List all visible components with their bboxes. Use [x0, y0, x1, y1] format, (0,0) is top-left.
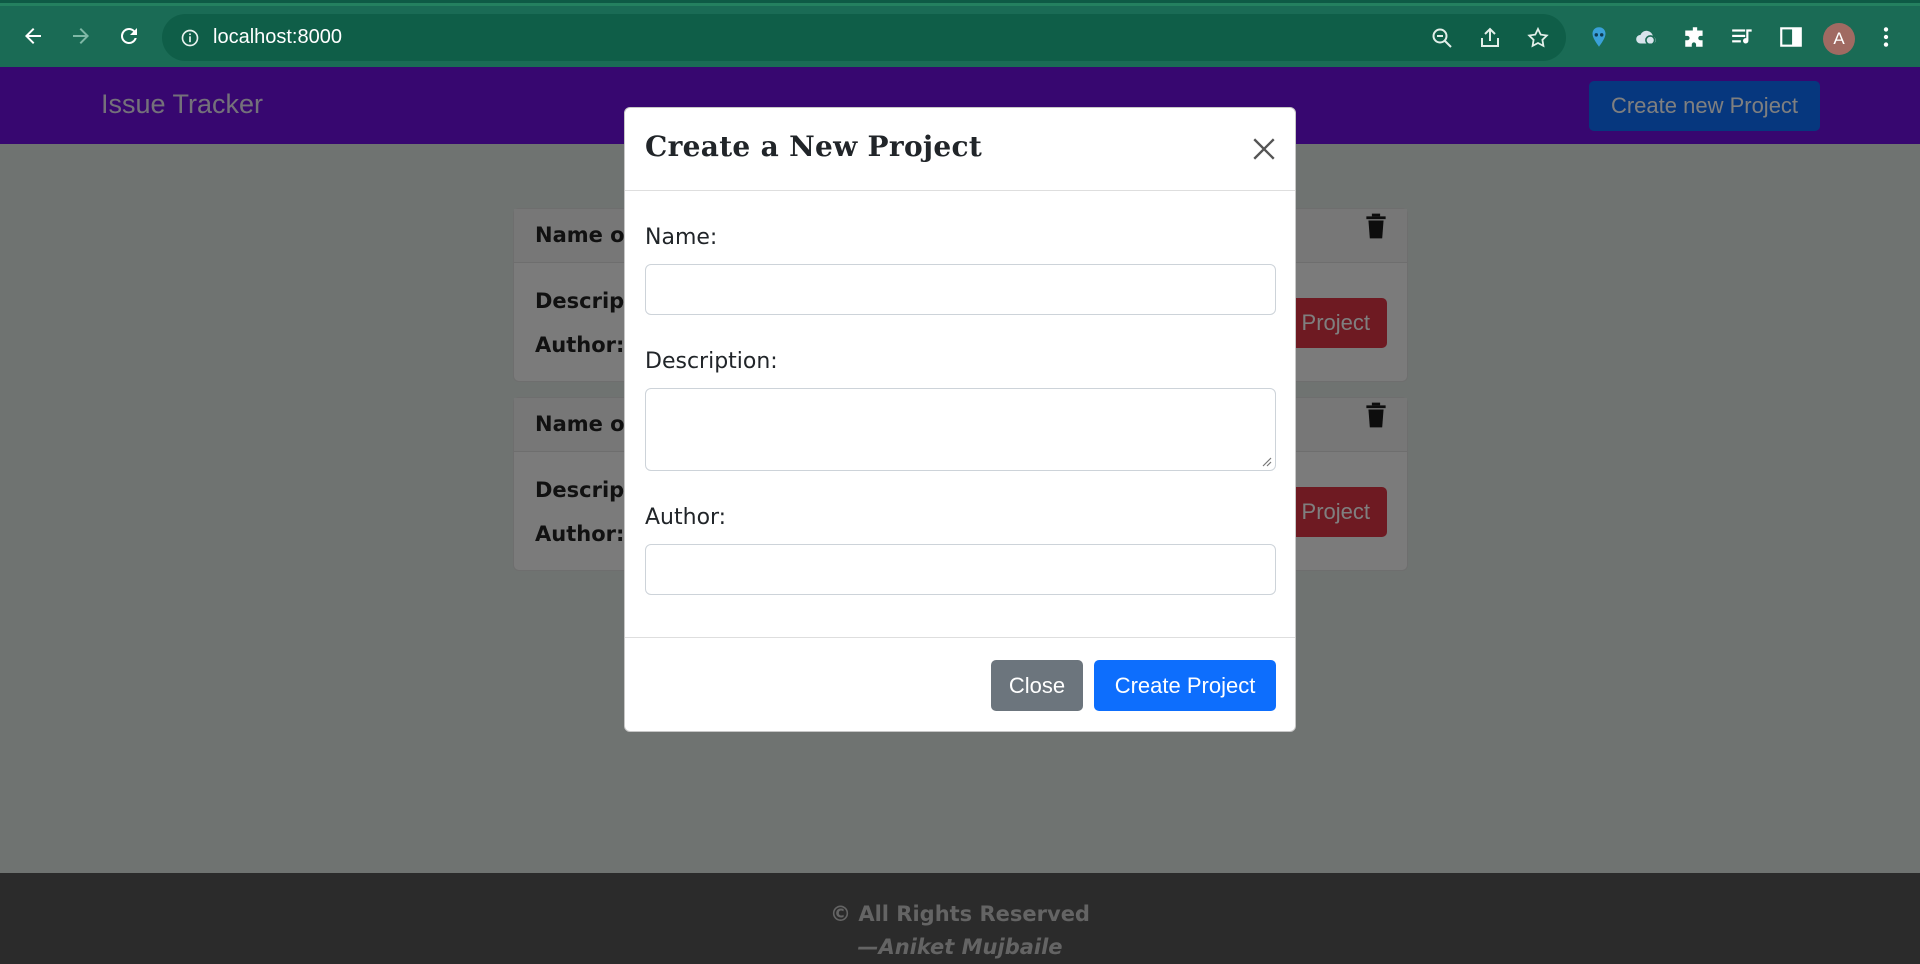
- tab-strip: [0, 3, 1920, 6]
- extension-alien-icon[interactable]: [1586, 24, 1612, 50]
- forward-button[interactable]: [66, 21, 96, 51]
- author-label: Author:: [645, 505, 727, 530]
- profile-avatar[interactable]: A: [1823, 23, 1855, 55]
- reload-button[interactable]: [114, 21, 144, 51]
- extension-cloud-icon[interactable]: [1634, 24, 1660, 50]
- reload-icon: [120, 27, 137, 44]
- forward-arrow-icon: [73, 28, 89, 44]
- share-icon[interactable]: [1478, 26, 1502, 50]
- browser-toolbar: localhost:8000 A: [0, 0, 1920, 67]
- url-text: localhost:8000: [213, 26, 342, 48]
- modal-header: Create a New Project: [625, 108, 1295, 191]
- media-queue-icon[interactable]: [1730, 24, 1756, 50]
- extensions-puzzle-icon[interactable]: [1682, 24, 1708, 50]
- address-bar[interactable]: localhost:8000: [162, 14, 1566, 61]
- zoom-icon[interactable]: [1430, 26, 1454, 50]
- description-label: Description:: [645, 349, 778, 374]
- side-panel-icon[interactable]: [1778, 24, 1804, 50]
- name-label: Name:: [645, 225, 718, 250]
- resize-handle-icon[interactable]: [1260, 455, 1272, 467]
- close-icon[interactable]: [1251, 136, 1277, 162]
- project-description-textarea[interactable]: [645, 388, 1276, 471]
- bookmark-star-icon[interactable]: [1526, 26, 1550, 50]
- create-project-modal: Create a New Project Name: Description: …: [624, 107, 1296, 732]
- project-author-input[interactable]: [645, 544, 1276, 595]
- modal-title: Create a New Project: [645, 130, 983, 163]
- create-project-button[interactable]: Create Project: [1094, 660, 1276, 711]
- back-button[interactable]: [18, 21, 48, 51]
- modal-footer: Close Create Project: [625, 637, 1295, 732]
- close-button[interactable]: Close: [991, 660, 1083, 711]
- back-arrow-icon: [25, 28, 41, 44]
- info-icon[interactable]: [180, 28, 200, 48]
- browser-menu-icon[interactable]: [1873, 24, 1899, 50]
- project-name-input[interactable]: [645, 264, 1276, 315]
